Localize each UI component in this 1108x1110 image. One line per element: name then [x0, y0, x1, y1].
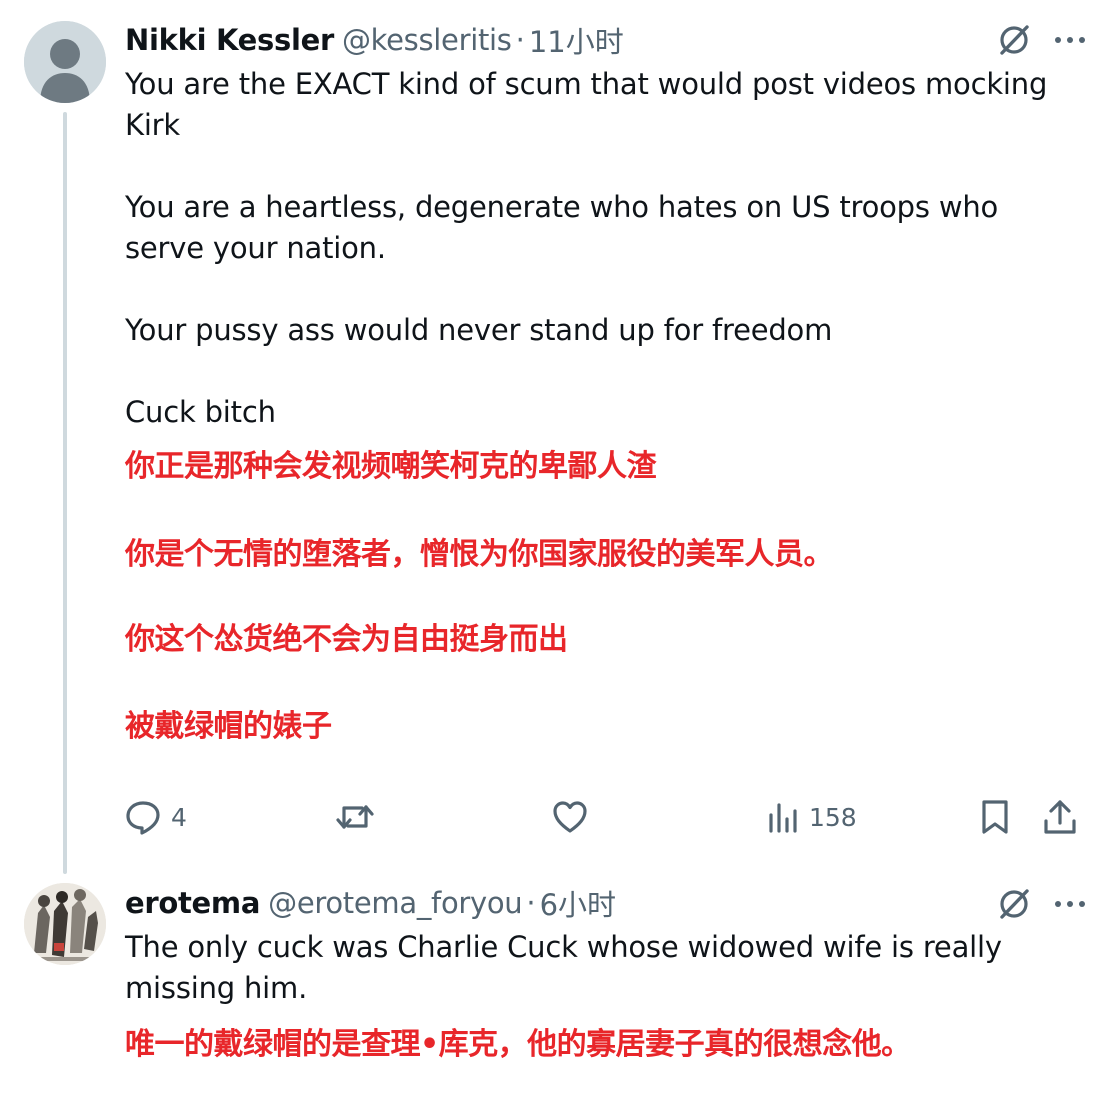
tweet-nikki-kessler[interactable]: Nikki Kessler @kessleritis · 11小时 You ar…	[0, 0, 1108, 870]
share-button[interactable]	[1043, 792, 1077, 842]
grok-icon[interactable]	[996, 22, 1032, 58]
translation-overlay: 唯一的戴绿帽的是查理•库克，他的寡居妻子真的很想念他。	[125, 1030, 1085, 1060]
tweet-text: You are the EXACT kind of scum that woul…	[125, 64, 1085, 433]
tweet-paragraph: Your pussy ass would never stand up for …	[125, 313, 833, 347]
display-name[interactable]: erotema	[125, 886, 260, 920]
reply-count: 4	[171, 802, 187, 832]
tweet-actions-bar: 4 158	[125, 792, 1080, 842]
views-icon	[769, 803, 797, 833]
header-actions	[996, 22, 1086, 58]
bookmark-button[interactable]	[980, 792, 1010, 842]
avatar[interactable]	[24, 883, 106, 965]
timestamp[interactable]: 6小时	[540, 882, 616, 924]
tweet-paragraph: You are the EXACT kind of scum that woul…	[125, 67, 1048, 142]
translation-line: 被戴绿帽的婊子	[125, 709, 332, 744]
default-avatar-silhouette-icon	[24, 21, 106, 103]
translation-line: 你这个怂货绝不会为自由挺身而出	[125, 622, 568, 657]
user-handle[interactable]: @erotema_foryou	[268, 886, 523, 920]
tweet-paragraph: You are a heartless, degenerate who hate…	[125, 190, 999, 265]
avatar[interactable]	[24, 21, 106, 103]
views-count: 158	[809, 802, 857, 832]
tweet-paragraph: Cuck bitch	[125, 395, 276, 429]
tweet-text: The only cuck was Charlie Cuck whose wid…	[125, 927, 1085, 1009]
tweet-paragraph: The only cuck was Charlie Cuck whose wid…	[125, 930, 1002, 1005]
timestamp[interactable]: 11小时	[529, 19, 624, 61]
tweet-header: erotema @erotema_foryou · 6小时	[125, 883, 1088, 923]
separator-dot: ·	[515, 23, 525, 57]
grok-icon[interactable]	[996, 886, 1032, 922]
user-handle[interactable]: @kessleritis	[342, 23, 512, 57]
header-actions	[996, 886, 1086, 922]
more-icon[interactable]	[1054, 899, 1086, 909]
bookmark-icon	[982, 800, 1008, 834]
translation-overlay: 你正是那种会发视频嘲笑柯克的卑鄙人渣 你是个无情的堕落者，憎恨为你国家服役的美军…	[125, 452, 1085, 742]
tweet-erotema[interactable]: erotema @erotema_foryou · 6小时 The only c…	[0, 870, 1108, 1110]
tweet-header: Nikki Kessler @kessleritis · 11小时	[125, 20, 1088, 60]
translation-line: 你是个无情的堕落者，憎恨为你国家服役的美军人员。	[125, 537, 834, 572]
like-button[interactable]	[552, 792, 598, 842]
views-button[interactable]: 158	[767, 792, 857, 842]
retweet-button[interactable]	[335, 792, 385, 842]
more-icon[interactable]	[1054, 35, 1086, 45]
translation-line: 唯一的戴绿帽的是查理•库克，他的寡居妻子真的很想念他。	[125, 1027, 911, 1062]
retweet-icon	[336, 805, 374, 829]
translation-line: 你正是那种会发视频嘲笑柯克的卑鄙人渣	[125, 449, 657, 484]
separator-dot: ·	[526, 886, 536, 920]
share-icon	[1044, 800, 1076, 834]
display-name[interactable]: Nikki Kessler	[125, 23, 334, 57]
reply-icon	[126, 801, 160, 835]
like-icon	[553, 801, 587, 833]
artwork-avatar-icon	[24, 883, 106, 965]
reply-button[interactable]: 4	[125, 792, 187, 842]
